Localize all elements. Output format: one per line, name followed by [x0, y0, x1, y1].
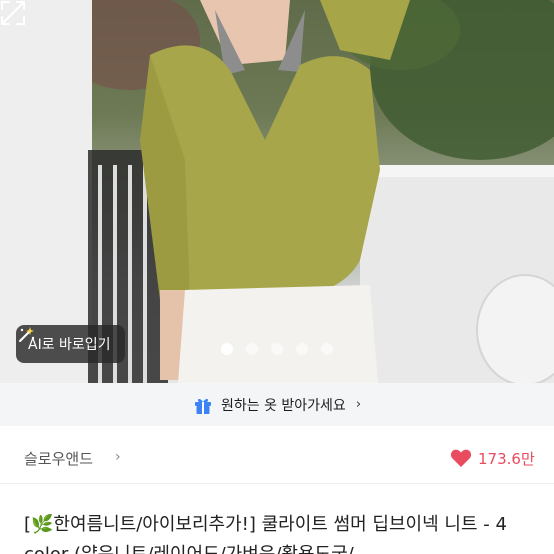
heart-icon — [450, 449, 472, 467]
likes-count: 173.6만 — [478, 449, 535, 468]
store-name-link[interactable]: 슬로우앤드 — [24, 448, 93, 469]
ai-try-on-label: AI로 바로입기 — [28, 337, 111, 353]
divider — [0, 483, 554, 484]
pagination-dot[interactable] — [321, 343, 333, 355]
chevron-right-icon: › — [115, 449, 121, 465]
magic-wand-icon — [19, 327, 35, 342]
pagination-dot-active[interactable] — [221, 343, 233, 355]
pagination-dot[interactable] — [296, 343, 308, 355]
product-photo[interactable]: AI로 바로입기 — [0, 0, 554, 383]
product-title: [🌿한여름니트/아이보리추가!] 쿨라이트 썸머 딥브이넥 니트 - 4 col… — [24, 514, 507, 554]
gallery-pagination — [221, 343, 333, 355]
ai-try-on-button[interactable]: AI로 바로입기 — [16, 325, 125, 363]
pagination-dot[interactable] — [271, 343, 283, 355]
pagination-dot[interactable] — [246, 343, 258, 355]
promo-banner-text: 원하는 옷 받아가세요 — [220, 397, 346, 414]
promo-banner[interactable]: 원하는 옷 받아가세요 › — [0, 383, 554, 426]
chevron-right-icon: › — [355, 397, 362, 412]
likes-button[interactable]: 173.6만 — [450, 448, 535, 469]
seller-row: 슬로우앤드 › 173.6만 — [0, 437, 554, 479]
expand-icon[interactable] — [0, 0, 26, 26]
gift-icon — [194, 398, 211, 414]
